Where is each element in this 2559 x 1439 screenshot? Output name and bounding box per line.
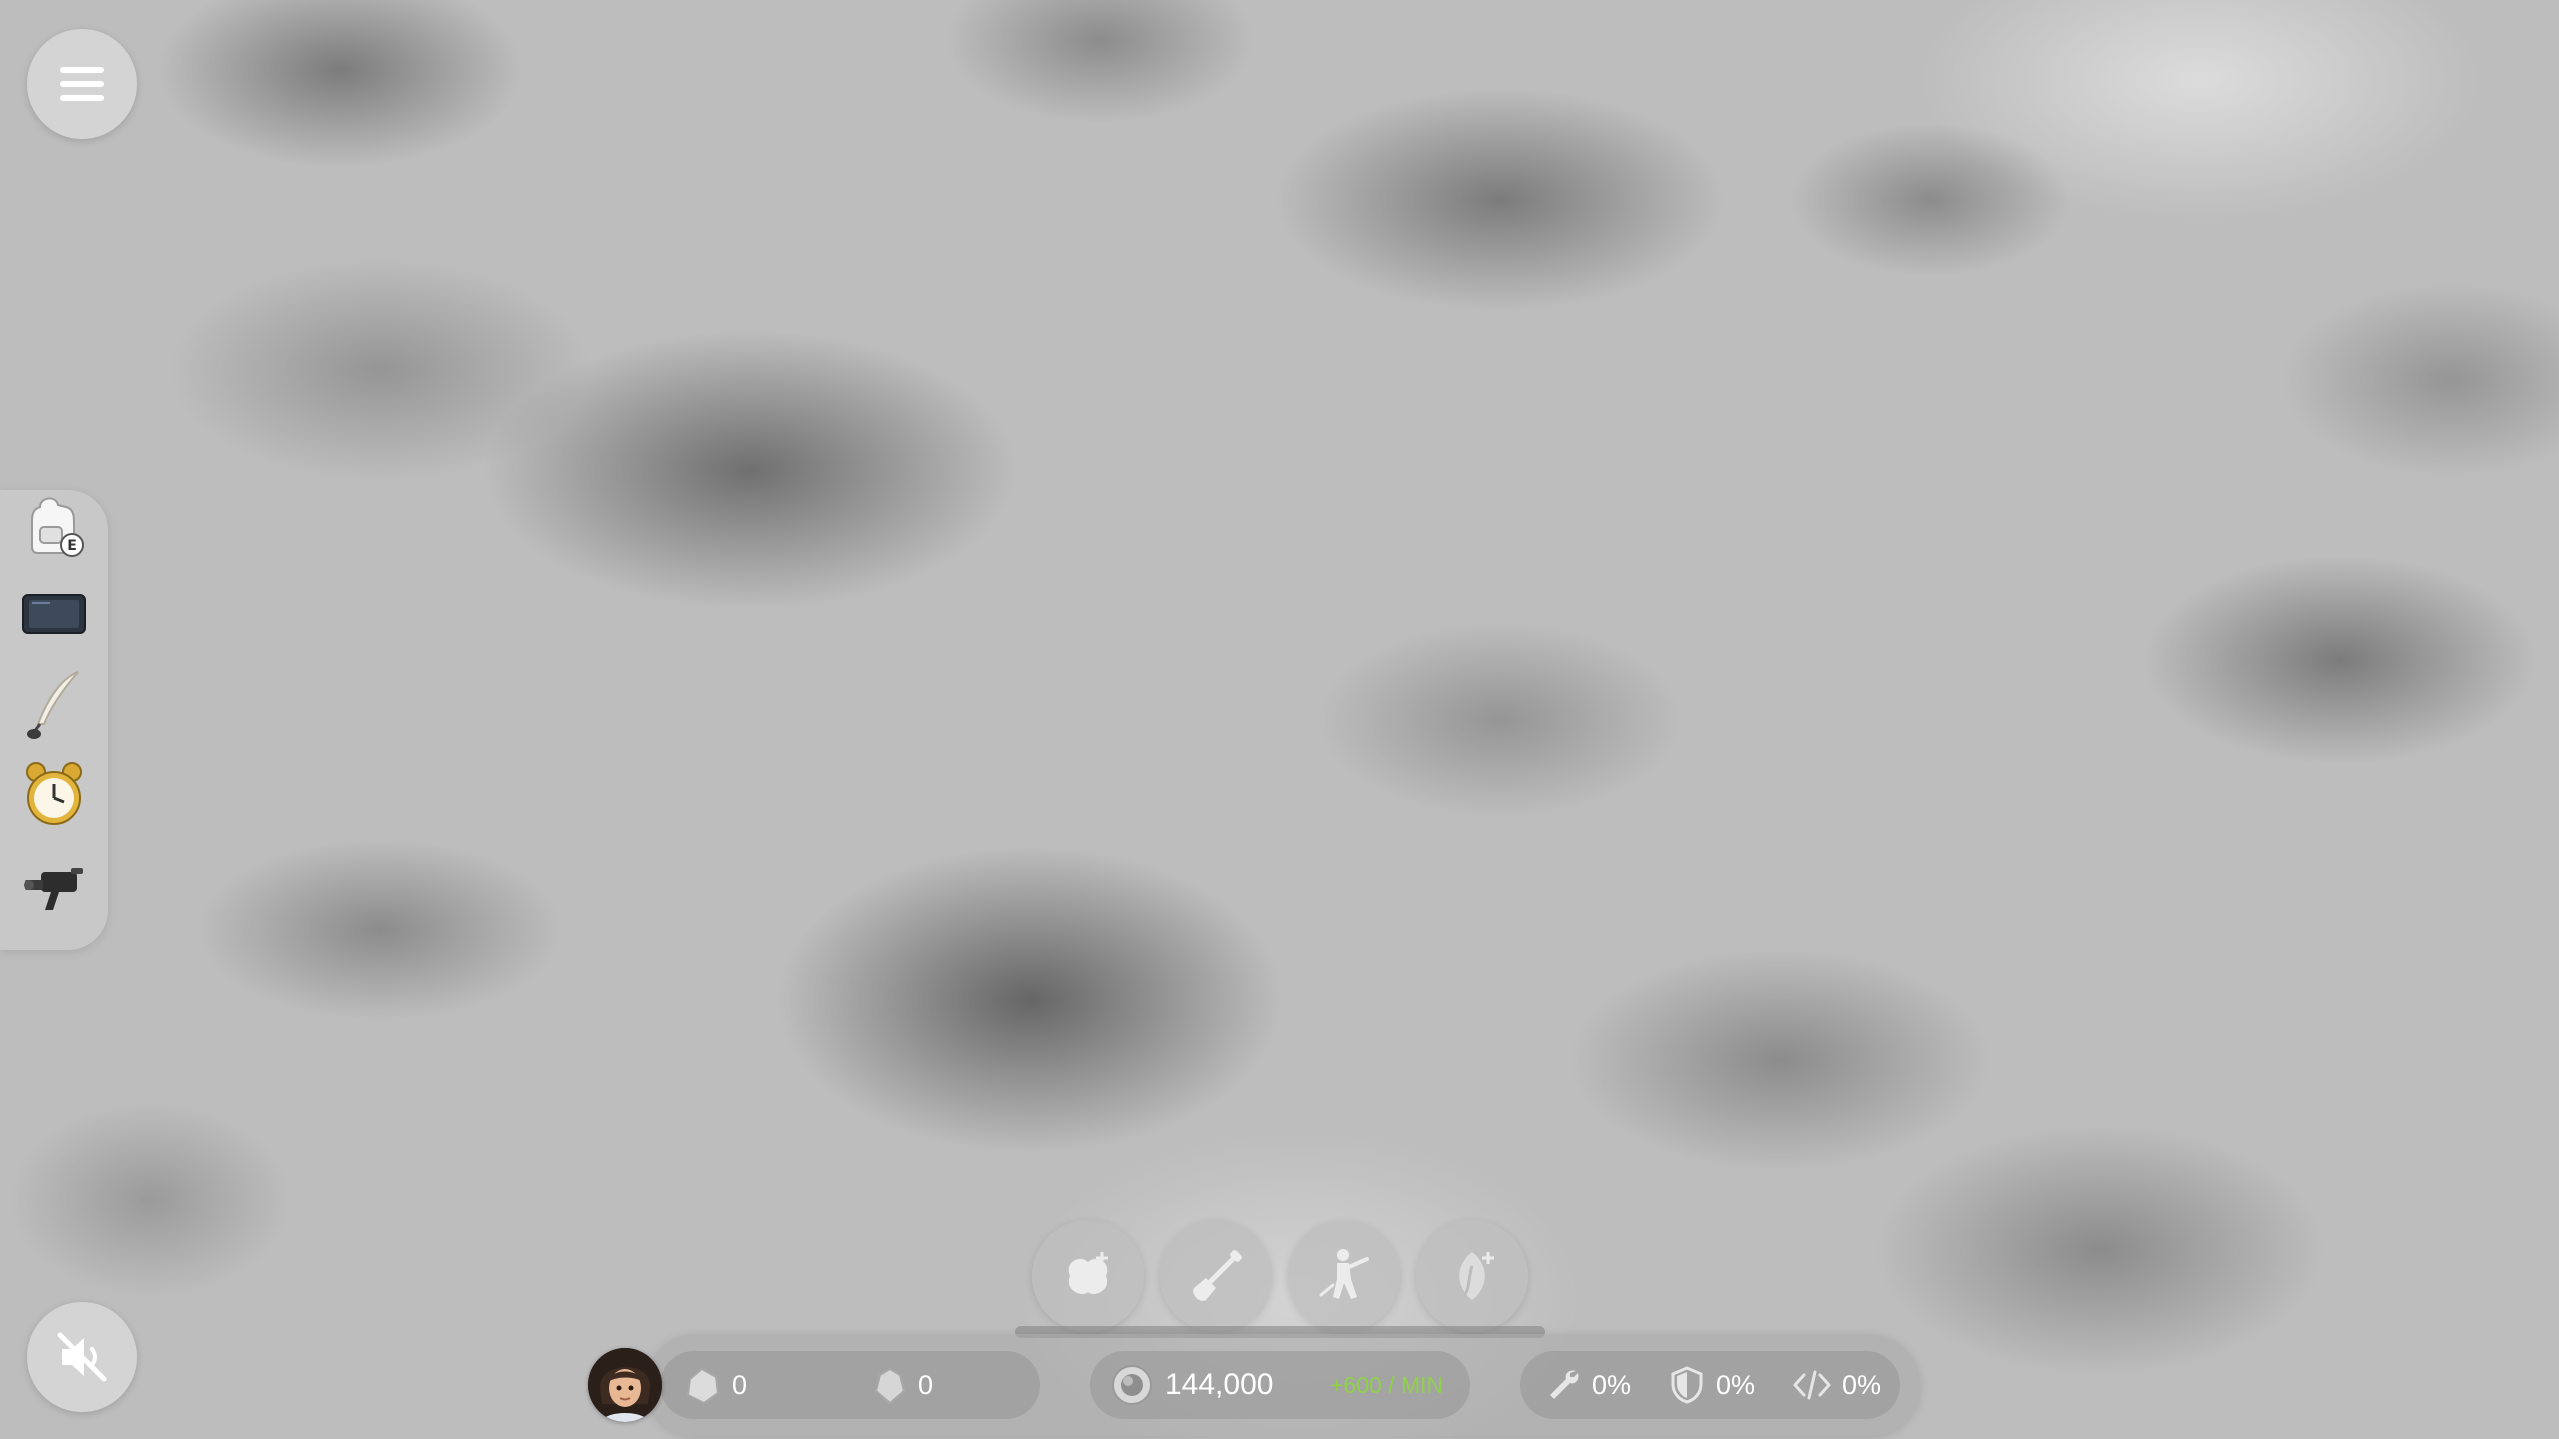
quill-pen-icon (27, 671, 79, 739)
quill-button[interactable] (18, 668, 90, 740)
sound-muted-icon (57, 1332, 107, 1382)
tablet-device-icon (22, 594, 86, 634)
backpack-hotkey: E (67, 538, 77, 554)
code-icon (1793, 1370, 1831, 1400)
alarm-clock-icon (26, 762, 82, 825)
seed-add-icon (1459, 1252, 1494, 1300)
stats-pill: 0% 0% 0% (1520, 1351, 1900, 1419)
crystal-icon (874, 1367, 906, 1405)
menu-button[interactable] (27, 29, 137, 139)
resource-pill: 0 0 (660, 1351, 1040, 1419)
avatar-portrait-icon (588, 1348, 662, 1422)
hamburger-menu-icon (60, 67, 104, 101)
ore-chunk-icon (686, 1367, 720, 1405)
resource-b-value: 0 (918, 1369, 934, 1400)
resource-a-value: 0 (732, 1369, 748, 1400)
tablet-button[interactable] (18, 578, 90, 650)
coin-icon (1112, 1365, 1152, 1405)
coin-rate: +600 / MIN (1330, 1371, 1444, 1398)
wrench-icon (1550, 1370, 1579, 1399)
backpack-button[interactable]: E (18, 490, 90, 562)
shield-icon (1671, 1366, 1703, 1404)
seed-button[interactable] (1416, 1220, 1528, 1332)
miner-icon (1319, 1249, 1369, 1299)
mine-button[interactable] (1288, 1220, 1400, 1332)
code-value: 0% (1842, 1369, 1882, 1400)
sound-toggle-button[interactable] (27, 1302, 137, 1412)
action-bar (1015, 1220, 1545, 1338)
dig-button[interactable] (1160, 1220, 1272, 1332)
coin-balance: 144,000 (1165, 1368, 1274, 1401)
status-bar: 0 0 144,000 +600 / MIN 0% 0% 0% (645, 1334, 1920, 1436)
repair-value: 0% (1592, 1369, 1632, 1400)
defense-value: 0% (1716, 1369, 1756, 1400)
left-tool-dock: E (0, 490, 108, 950)
backpack-icon: E (31, 497, 84, 557)
camera-drone-icon (24, 868, 83, 910)
plant-add-icon (1068, 1252, 1108, 1295)
plant-button[interactable] (1032, 1220, 1144, 1332)
shovel-icon (1193, 1250, 1242, 1301)
drone-button[interactable] (18, 850, 90, 922)
player-avatar[interactable] (588, 1348, 662, 1422)
alarm-clock-button[interactable] (18, 758, 90, 830)
coin-pill: 144,000 +600 / MIN (1090, 1351, 1470, 1419)
